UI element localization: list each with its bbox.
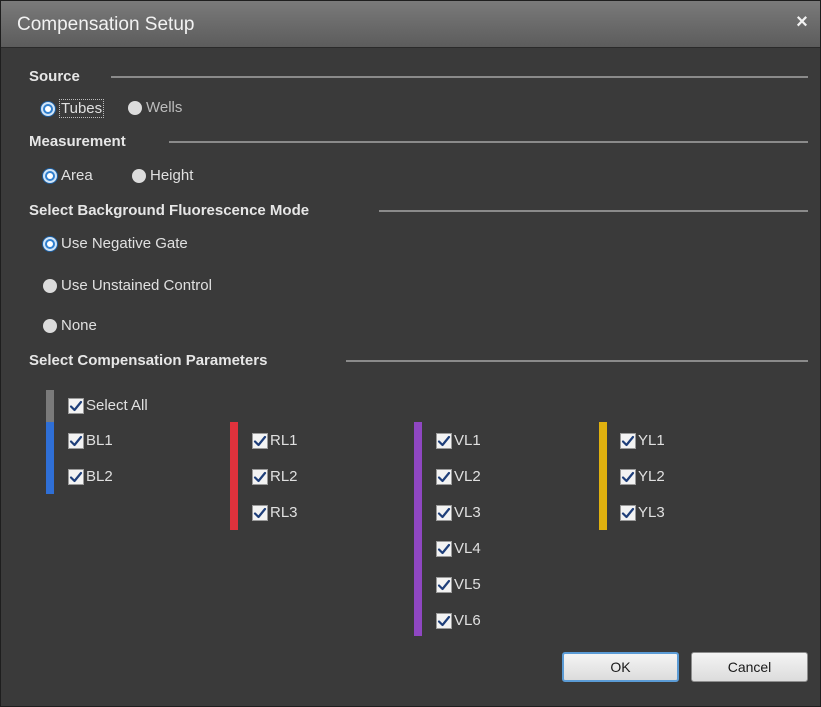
section-measurement-heading: Measurement xyxy=(29,133,126,150)
section-parameters-heading: Select Compensation Parameters xyxy=(29,352,268,369)
radio-area-label: Area xyxy=(61,167,93,184)
checkbox-yl1[interactable]: YL1 xyxy=(620,432,665,449)
checkbox-vl4-label: VL4 xyxy=(454,540,481,557)
vl-color-bar xyxy=(414,422,422,636)
check-icon[interactable] xyxy=(436,576,452,593)
section-divider xyxy=(379,210,808,212)
checkbox-bl1-label: BL1 xyxy=(86,432,113,449)
checkbox-vl6[interactable]: VL6 xyxy=(436,612,481,629)
check-icon[interactable] xyxy=(436,612,452,629)
check-icon[interactable] xyxy=(436,432,452,449)
checkbox-rl3-label: RL3 xyxy=(270,504,298,521)
checkbox-vl6-label: VL6 xyxy=(454,612,481,629)
radio-use-negative-gate[interactable]: Use Negative Gate xyxy=(43,235,188,252)
checkbox-vl2-label: VL2 xyxy=(454,468,481,485)
checkbox-vl3[interactable]: VL3 xyxy=(436,504,481,521)
checkbox-rl2-label: RL2 xyxy=(270,468,298,485)
check-icon[interactable] xyxy=(68,468,84,485)
checkbox-rl1[interactable]: RL1 xyxy=(252,432,298,449)
radio-none-label: None xyxy=(61,317,97,334)
select-all-color-bar xyxy=(46,390,54,422)
select-all-checkbox[interactable]: Select All xyxy=(68,397,148,414)
check-icon[interactable] xyxy=(436,540,452,557)
check-icon[interactable] xyxy=(620,432,636,449)
cancel-button[interactable]: Cancel xyxy=(691,652,808,682)
check-icon[interactable] xyxy=(436,504,452,521)
checkbox-vl1[interactable]: VL1 xyxy=(436,432,481,449)
section-source-heading: Source xyxy=(29,68,80,85)
checkbox-yl2-label: YL2 xyxy=(638,468,665,485)
section-background-heading: Select Background Fluorescence Mode xyxy=(29,202,310,219)
radio-area-indicator[interactable] xyxy=(43,168,57,183)
yl-color-bar xyxy=(599,422,607,530)
compensation-setup-dialog: Compensation Setup × Source Tubes Wells … xyxy=(0,0,821,707)
checkbox-bl2[interactable]: BL2 xyxy=(68,468,113,485)
check-icon[interactable] xyxy=(620,504,636,521)
radio-none[interactable]: None xyxy=(43,317,97,334)
checkbox-yl3[interactable]: YL3 xyxy=(620,504,665,521)
radio-use-unstained-control[interactable]: Use Unstained Control xyxy=(43,277,212,294)
radio-wells-indicator[interactable] xyxy=(128,100,142,115)
radio-use-unstained-control-label: Use Unstained Control xyxy=(61,277,212,294)
section-divider xyxy=(111,76,808,78)
check-icon[interactable] xyxy=(252,432,268,449)
title-bar[interactable]: Compensation Setup × xyxy=(1,1,820,48)
rl-color-bar xyxy=(230,422,238,530)
checkbox-bl2-label: BL2 xyxy=(86,468,113,485)
check-icon[interactable] xyxy=(68,397,84,414)
checkbox-vl1-label: VL1 xyxy=(454,432,481,449)
check-icon[interactable] xyxy=(436,468,452,485)
check-icon[interactable] xyxy=(620,468,636,485)
dialog-title: Compensation Setup xyxy=(17,14,195,35)
check-icon[interactable] xyxy=(252,468,268,485)
checkbox-bl1[interactable]: BL1 xyxy=(68,432,113,449)
checkbox-vl3-label: VL3 xyxy=(454,504,481,521)
radio-wells[interactable]: Wells xyxy=(128,99,182,116)
checkbox-yl1-label: YL1 xyxy=(638,432,665,449)
checkbox-vl5[interactable]: VL5 xyxy=(436,576,481,593)
radio-use-negative-gate-label: Use Negative Gate xyxy=(61,235,188,252)
checkbox-vl5-label: VL5 xyxy=(454,576,481,593)
checkbox-yl3-label: YL3 xyxy=(638,504,665,521)
section-divider xyxy=(346,360,808,362)
radio-tubes-indicator[interactable] xyxy=(41,101,55,116)
checkbox-rl1-label: RL1 xyxy=(270,432,298,449)
check-icon[interactable] xyxy=(68,432,84,449)
checkbox-vl4[interactable]: VL4 xyxy=(436,540,481,557)
radio-tubes[interactable]: Tubes xyxy=(41,99,105,118)
bl-color-bar xyxy=(46,422,54,494)
checkbox-rl3[interactable]: RL3 xyxy=(252,504,298,521)
ok-button[interactable]: OK xyxy=(562,652,679,682)
radio-none-indicator[interactable] xyxy=(43,318,57,333)
select-all-label: Select All xyxy=(86,397,148,414)
radio-use-unstained-control-indicator[interactable] xyxy=(43,278,57,293)
checkbox-yl2[interactable]: YL2 xyxy=(620,468,665,485)
radio-height-indicator[interactable] xyxy=(132,168,146,183)
check-icon[interactable] xyxy=(252,504,268,521)
close-icon[interactable]: × xyxy=(792,11,812,34)
checkbox-rl2[interactable]: RL2 xyxy=(252,468,298,485)
checkbox-vl2[interactable]: VL2 xyxy=(436,468,481,485)
section-divider xyxy=(169,141,808,143)
radio-use-negative-gate-indicator[interactable] xyxy=(43,236,57,251)
radio-wells-label: Wells xyxy=(146,99,183,116)
radio-area[interactable]: Area xyxy=(43,167,93,184)
radio-height-label: Height xyxy=(150,167,194,184)
radio-tubes-label: Tubes xyxy=(59,99,105,118)
radio-height[interactable]: Height xyxy=(132,167,193,184)
